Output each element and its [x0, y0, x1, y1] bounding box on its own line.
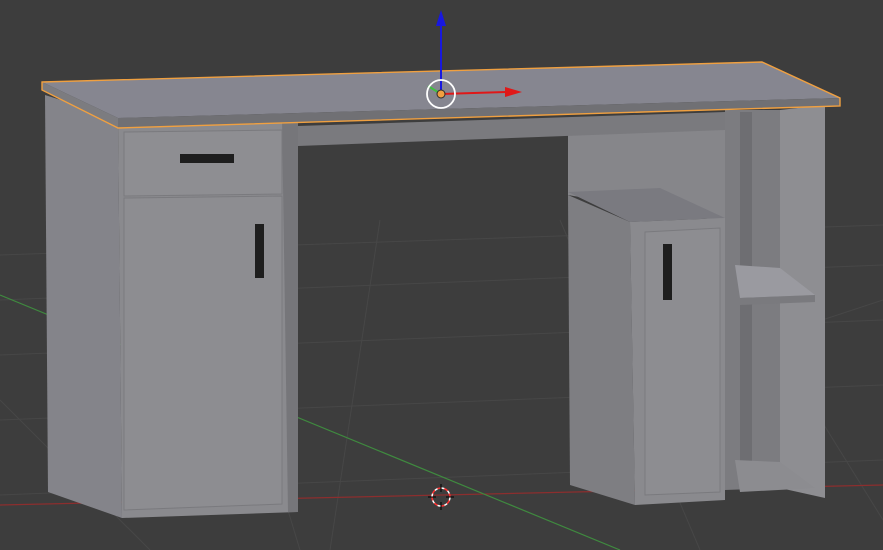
desk-drawer-handle[interactable] [180, 154, 234, 163]
transform-gizmo[interactable] [426, 10, 522, 109]
desk-object[interactable] [41, 61, 841, 518]
desk-right-pedestal-side[interactable] [568, 195, 635, 505]
desk-left-door-handle[interactable] [255, 224, 264, 278]
3d-viewport[interactable] [0, 0, 883, 550]
gizmo-z-arrow-icon[interactable] [436, 10, 446, 26]
viewport-canvas[interactable] [0, 0, 883, 550]
desk-right-door-handle[interactable] [663, 244, 672, 300]
desk-left-pedestal-side[interactable] [45, 95, 122, 518]
object-origin-icon[interactable] [436, 89, 446, 99]
desk-right-pedestal-door[interactable] [644, 227, 721, 496]
3d-cursor-icon[interactable] [428, 484, 454, 510]
